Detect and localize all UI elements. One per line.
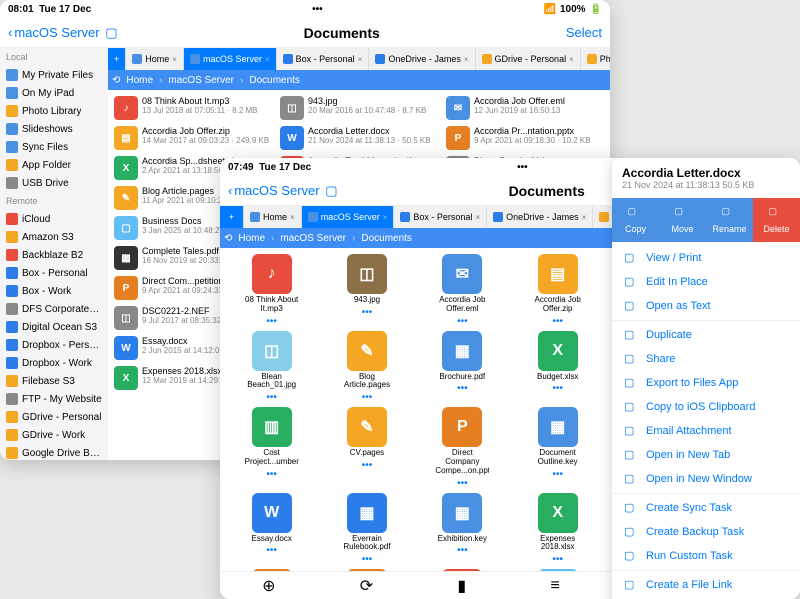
add-tab[interactable]: + bbox=[108, 48, 126, 70]
menu-item[interactable]: ▢Share bbox=[612, 347, 800, 371]
tab[interactable]: Home× bbox=[244, 206, 302, 228]
sidebar-item[interactable]: My Private Files bbox=[0, 66, 108, 84]
grid-item[interactable]: ▦Everrain Rulebook.pdf••• bbox=[321, 493, 412, 566]
add-icon[interactable]: ⊕ bbox=[262, 576, 275, 596]
tab[interactable]: OneDrive - James× bbox=[369, 48, 475, 70]
sidebar-item[interactable]: Amazon S3 bbox=[0, 228, 108, 246]
sidebar-item[interactable]: Slideshows bbox=[0, 120, 108, 138]
tab[interactable]: OneDrive - James× bbox=[487, 206, 593, 228]
grid-item[interactable]: XBudget.xlsx••• bbox=[512, 331, 603, 404]
sidebar-item[interactable]: Sync Files bbox=[0, 138, 108, 156]
tab[interactable]: Box - Personal× bbox=[277, 48, 370, 70]
menu-item[interactable]: ▢Open in New Tab bbox=[612, 443, 800, 467]
sidebar-item[interactable]: Box - Work bbox=[0, 282, 108, 300]
menu-item[interactable]: ▢Duplicate bbox=[612, 323, 800, 347]
sidebar-item[interactable]: On My iPad bbox=[0, 84, 108, 102]
refresh-icon[interactable]: ⟳ bbox=[360, 576, 373, 596]
sidebar-item[interactable]: Filebase S3 bbox=[0, 372, 108, 390]
menu-item[interactable]: ▢View / Print bbox=[612, 246, 800, 270]
grid-item[interactable]: ◫Blean Beach_01.jpg••• bbox=[226, 331, 317, 404]
tab[interactable]: macOS Server× bbox=[302, 206, 395, 228]
grid-item[interactable]: ✎Blog Article.pages••• bbox=[321, 331, 412, 404]
sidebar-item[interactable]: Dropbox - Personal bbox=[0, 336, 108, 354]
sidebar-item[interactable]: Box - Personal bbox=[0, 264, 108, 282]
status-bar: 08:01 Tue 17 Dec ••• 📶100%🔋 bbox=[0, 0, 610, 18]
back-icon[interactable]: ⟲ bbox=[112, 75, 120, 86]
sidebar-item[interactable]: Digital Ocean S3 bbox=[0, 318, 108, 336]
select-button[interactable]: Select bbox=[566, 25, 602, 40]
sidebar-item[interactable]: Dropbox - Work bbox=[0, 354, 108, 372]
sidebar-item[interactable]: GDrive - Work bbox=[0, 426, 108, 444]
back-button[interactable]: ‹ macOS Server ▢ bbox=[8, 25, 118, 41]
grid-item[interactable]: ▦Exhibition.key••• bbox=[417, 493, 508, 566]
popup-filename: Accordia Letter.docx bbox=[622, 166, 790, 180]
bookmark-icon[interactable]: ▮ bbox=[457, 576, 466, 596]
menu-item[interactable]: ▢Open as Text bbox=[612, 294, 800, 318]
menu-item[interactable]: ▢Open in New Window bbox=[612, 467, 800, 491]
context-menu: Accordia Letter.docx 21 Nov 2024 at 11:3… bbox=[612, 158, 800, 599]
sidebar-item[interactable]: USB Drive bbox=[0, 174, 108, 192]
grid-item[interactable]: WEssay.docx••• bbox=[226, 493, 317, 566]
page-title: Documents bbox=[118, 25, 566, 41]
grid-item[interactable]: ◫943.jpg••• bbox=[321, 254, 412, 327]
tab[interactable]: Photo Library× bbox=[581, 48, 610, 70]
sort-icon[interactable]: ≡ bbox=[550, 577, 559, 595]
grid-item[interactable]: PDirect Company Compe...on.pptx••• bbox=[417, 407, 508, 488]
tab[interactable]: GDrive - Personal× bbox=[476, 48, 581, 70]
back-icon[interactable]: ⟲ bbox=[224, 233, 232, 244]
menu-item[interactable]: ▢Email Attachment bbox=[612, 419, 800, 443]
grid-item[interactable]: ▥Cost Project...umbers••• bbox=[226, 407, 317, 488]
grid-item[interactable]: ▦Brochure.pdf••• bbox=[417, 331, 508, 404]
add-tab[interactable]: + bbox=[220, 206, 244, 228]
back-button[interactable]: ‹ macOS Server ▢ bbox=[228, 183, 338, 199]
sidebar-item[interactable]: FTP - My Website bbox=[0, 390, 108, 408]
grid-item[interactable]: ✎CV.pages••• bbox=[321, 407, 412, 488]
file-item[interactable]: PAccordia Pr...ntation.pptx9 Apr 2021 at… bbox=[444, 124, 606, 152]
grid-item[interactable]: XExpenses 2018.xlsx••• bbox=[512, 493, 603, 566]
sidebar-item[interactable]: DFS Corporate S... bbox=[0, 300, 108, 318]
menu-item[interactable]: ▢Run Custom Task bbox=[612, 544, 800, 568]
menu-item[interactable]: ▢Copy to iOS Clipboard bbox=[612, 395, 800, 419]
action-move[interactable]: ▢Move bbox=[659, 198, 706, 242]
file-item[interactable]: ▤Accordia Job Offer.zip14 Mar 2017 at 09… bbox=[112, 124, 274, 152]
file-item[interactable]: ✉Accordia Job Offer.eml12 Jun 2019 at 16… bbox=[444, 94, 606, 122]
action-delete[interactable]: ▢Delete bbox=[753, 198, 800, 242]
window-2: 07:49 Tue 17 Dec ••• 📶100%🔋 ‹ macOS Serv… bbox=[220, 158, 800, 599]
menu-item[interactable]: ▢Edit In Place bbox=[612, 270, 800, 294]
tab[interactable]: macOS Server× bbox=[184, 48, 277, 70]
popup-meta: 21 Nov 2024 at 11:38:13 50.5 KB bbox=[622, 180, 790, 190]
file-item[interactable]: ♪08 Think About It.mp313 Jul 2018 at 07:… bbox=[112, 94, 274, 122]
action-copy[interactable]: ▢Copy bbox=[612, 198, 659, 242]
menu-item[interactable]: ▢Create Backup Task bbox=[612, 520, 800, 544]
sidebar-item[interactable]: Google Drive BDM bbox=[0, 444, 108, 460]
file-item[interactable]: ◫943.jpg20 Mar 2016 at 10:47:48 · 8.7 KB bbox=[278, 94, 440, 122]
tab[interactable]: Home× bbox=[126, 48, 184, 70]
tab[interactable]: Box - Personal× bbox=[394, 206, 487, 228]
file-item[interactable]: WAccordia Letter.docx21 Nov 2024 at 11:3… bbox=[278, 124, 440, 152]
action-rename[interactable]: ▢Rename bbox=[706, 198, 753, 242]
grid-item[interactable]: ▤Accordia Job Offer.zip••• bbox=[512, 254, 603, 327]
breadcrumb: ⟲ Home› macOS Server› Documents bbox=[108, 70, 610, 90]
grid-item[interactable]: ▦Document Outline.key••• bbox=[512, 407, 603, 488]
sidebar-item[interactable]: App Folder bbox=[0, 156, 108, 174]
menu-item[interactable]: ▢Create a File Link bbox=[612, 573, 800, 597]
menu-item[interactable]: ▢Export to Files App bbox=[612, 371, 800, 395]
sidebar: Local My Private FilesOn My iPadPhoto Li… bbox=[0, 48, 108, 460]
header: ‹ macOS Server ▢ Documents Select bbox=[0, 18, 610, 48]
grid-item[interactable]: ✉Accordia Job Offer.eml••• bbox=[417, 254, 508, 327]
sidebar-item[interactable]: GDrive - Personal bbox=[0, 408, 108, 426]
sidebar-item[interactable]: Backblaze B2 bbox=[0, 246, 108, 264]
sidebar-item[interactable]: Photo Library bbox=[0, 102, 108, 120]
sidebar-item[interactable]: iCloud bbox=[0, 210, 108, 228]
tab-bar: +Home×macOS Server×Box - Personal×OneDri… bbox=[108, 48, 610, 70]
menu-item[interactable]: ▢Create Sync Task bbox=[612, 496, 800, 520]
grid-item[interactable]: ♪08 Think About It.mp3••• bbox=[226, 254, 317, 327]
